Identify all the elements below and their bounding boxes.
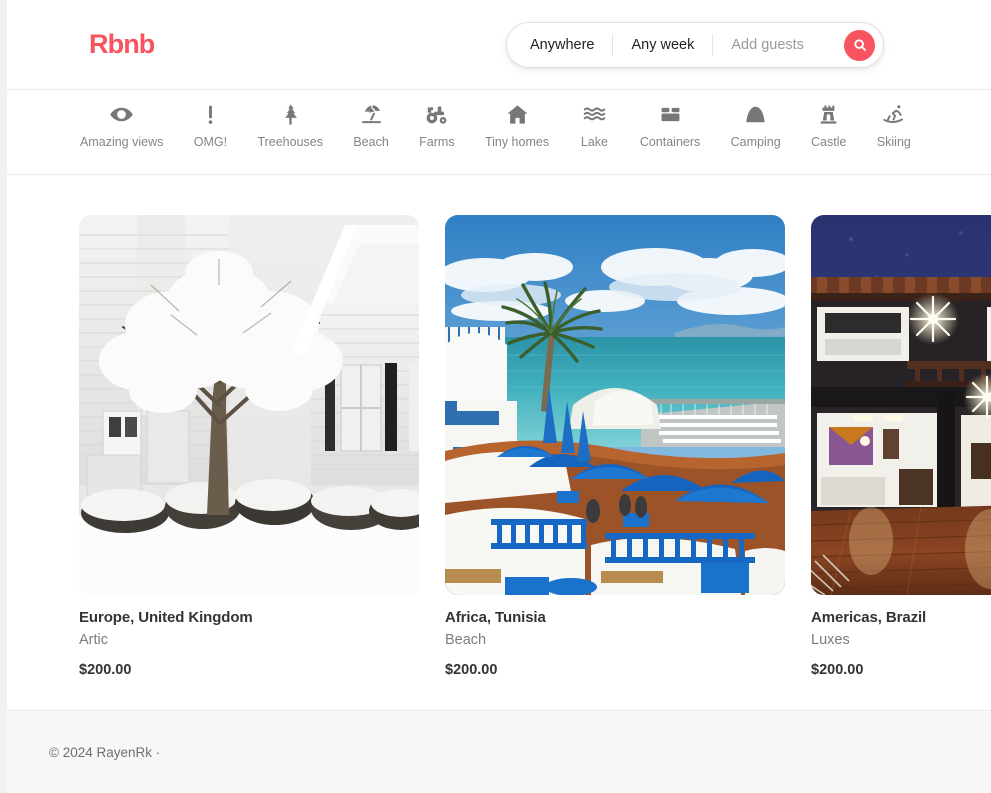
category-label: Tiny homes [484,135,550,149]
category-label: Camping [730,135,781,149]
listing-price: $200.00 [811,662,864,679]
category-nav: Amazing views OMG! Treehouses Beach Farm… [0,90,991,175]
search-location-field[interactable]: Anywhere [507,38,612,53]
listing-title: Europe, United Kingdom [79,609,253,626]
category-camping[interactable]: Camping [729,98,783,149]
listing-title: Africa, Tunisia [445,609,546,626]
site-header: Rbnb Anywhere Any week Add guests [0,0,991,90]
category-castle[interactable]: Castle [809,98,848,149]
listing-subtitle: Artic [79,632,108,648]
category-amazing-views[interactable]: Amazing views [78,98,165,149]
category-label: Beach [353,135,389,149]
listing-price: $200.00 [445,662,498,679]
listings-grid: Europe, United Kingdom Artic $200.00 Afr… [0,215,991,680]
brand-logo[interactable]: Rbnb [89,31,155,58]
listing-subtitle: Beach [445,632,487,648]
listings-section: Europe, United Kingdom Artic $200.00 Afr… [0,175,991,705]
page-left-gutter [0,0,7,793]
category-label: Lake [580,135,608,149]
container-icon [658,102,683,127]
category-omg[interactable]: OMG! [192,98,229,149]
listing-card[interactable]: Europe, United Kingdom Artic $200.00 [79,215,419,680]
castle-icon [816,102,841,127]
category-label: Skiing [876,135,911,149]
category-label: Amazing views [80,135,164,149]
category-beach[interactable]: Beach [351,98,390,149]
category-label: Castle [811,135,847,149]
category-containers[interactable]: Containers [638,98,702,149]
category-lake[interactable]: Lake [577,98,611,149]
listing-price: $200.00 [79,662,132,679]
search-submit-button[interactable] [844,29,875,61]
page-root: Rbnb Anywhere Any week Add guests Amazin… [0,0,991,793]
search-bar[interactable]: Anywhere Any week Add guests [506,22,884,68]
category-label: Containers [639,135,701,149]
category-farms[interactable]: Farms [417,98,456,149]
beach-umbrella-icon [359,102,384,127]
category-label: Treehouses [257,135,323,149]
tent-icon [743,102,768,127]
listing-card[interactable]: Africa, Tunisia Beach $200.00 [445,215,785,680]
category-label: Farms [419,135,455,149]
category-tiny-homes[interactable]: Tiny homes [483,98,551,149]
site-footer: © 2024 RayenRk · [0,710,991,793]
category-treehouses[interactable]: Treehouses [255,98,325,149]
listing-subtitle: Luxes [811,632,850,648]
home-icon [505,102,530,127]
skier-icon [881,102,906,127]
waves-icon [582,102,607,127]
listing-image-snow[interactable] [79,215,419,595]
category-skiing[interactable]: Skiing [875,98,913,149]
footer-copyright: © 2024 RayenRk · [49,744,161,760]
tree-icon [278,102,303,127]
listing-image-luxury[interactable] [811,215,991,595]
search-guests-field[interactable]: Add guests [713,38,822,53]
listing-image-seaside[interactable] [445,215,785,595]
search-dates-field[interactable]: Any week [613,38,712,53]
search-icon [853,38,867,52]
listing-title: Americas, Brazil [811,609,927,626]
category-nav-inner: Amazing views OMG! Treehouses Beach Farm… [0,98,991,149]
eye-icon [109,102,134,127]
tractor-icon [424,102,449,127]
listing-card[interactable]: Americas, Brazil Luxes $200.00 [811,215,991,680]
exclamation-icon [198,102,223,127]
category-label: OMG! [193,135,228,149]
